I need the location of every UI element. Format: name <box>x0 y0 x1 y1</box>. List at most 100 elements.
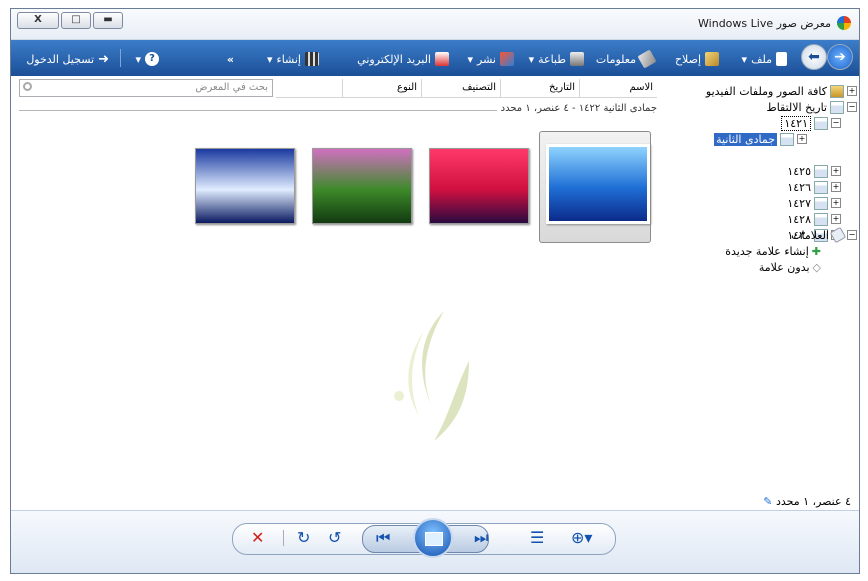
window-title: معرض صور Windows Live <box>698 17 831 30</box>
arrow-left-icon: ⬅ <box>808 49 820 65</box>
group-header[interactable]: جمادى الثانية ١٤٢٢ - ٤ عنصر، ١ محدد <box>19 103 657 117</box>
tree-item-year[interactable]: +١٤٢٧ <box>787 196 841 210</box>
tree-item-year[interactable]: − ١٤٢١ <box>781 115 841 131</box>
search-placeholder: بحث في المعرض <box>195 82 268 93</box>
more-commands-button[interactable]: » <box>227 51 234 67</box>
calendar-icon <box>814 116 828 130</box>
file-menu[interactable]: ملف ▾ <box>742 51 787 67</box>
add-tag-icon: ✚ <box>811 244 821 258</box>
help-menu[interactable]: ? ▾ <box>135 51 159 67</box>
film-icon <box>305 52 319 66</box>
zoom-menu[interactable]: ⊕▾ <box>571 529 592 547</box>
column-headers: الاسم التاريخ التصنيف النوع <box>276 79 657 98</box>
document-icon <box>776 52 787 66</box>
tree-item-month[interactable]: + جمادى الثانية <box>714 132 807 146</box>
app-window: X □ ▬ معرض صور Windows Live ➔ ⬅ ملف ▾ إص… <box>10 8 860 574</box>
expand-icon[interactable]: + <box>831 214 841 224</box>
toolbar-separator <box>120 49 121 67</box>
slideshow-button[interactable] <box>413 518 453 558</box>
column-rating[interactable]: التصنيف <box>421 79 500 98</box>
tree-item-year[interactable]: +١٤٢٦ <box>787 180 841 194</box>
tree-item-no-tag[interactable]: ◇ بدون علامة <box>759 260 821 274</box>
maximize-button[interactable]: □ <box>61 12 91 29</box>
title-bar: X □ ▬ معرض صور Windows Live <box>11 9 859 40</box>
tree-item-year[interactable]: +١٤٢٥ <box>787 164 841 178</box>
fix-icon <box>705 52 719 66</box>
tree-label-year: ١٤٢١ <box>781 115 811 131</box>
tree-label-month: جمادى الثانية <box>714 132 777 146</box>
gallery-icon <box>830 84 844 98</box>
calendar-icon <box>780 132 794 146</box>
calendar-icon <box>830 100 844 114</box>
collapse-icon[interactable]: − <box>847 102 857 112</box>
publish-label: نشر <box>477 52 496 66</box>
view-details-button[interactable]: ☰ <box>530 529 544 547</box>
email-label: البريد الإلكتروني <box>357 52 431 66</box>
collapse-icon[interactable]: − <box>847 230 857 240</box>
tree-item-date-taken[interactable]: − تاريخ الالتقاط <box>767 100 857 114</box>
fix-label: إصلاح <box>674 52 701 66</box>
column-filler <box>276 79 342 98</box>
tree-label-year: ١٤٢٧ <box>787 196 811 210</box>
expand-icon[interactable]: + <box>831 198 841 208</box>
email-button[interactable]: البريد الإلكتروني <box>357 51 449 67</box>
status-count: ٤ عنصر، ١ محدد <box>775 495 851 508</box>
tree-item-year[interactable]: +١٤٢٨ <box>787 212 841 226</box>
publish-icon <box>500 52 514 66</box>
tree-label-gallery: كافة الصور وملفات الفيديو <box>705 84 827 98</box>
thumb-winter-trees[interactable] <box>195 148 295 224</box>
chevron-down-icon: ▾ <box>528 52 535 66</box>
calendar-icon <box>814 164 828 178</box>
info-button[interactable]: معلومات <box>595 49 657 69</box>
help-icon: ? <box>145 52 159 66</box>
next-button[interactable]: ⏭ <box>474 529 488 547</box>
fix-button[interactable]: إصلاح <box>675 51 719 67</box>
tree-label-tags: العلامات <box>791 228 829 242</box>
rotate-clockwise-button[interactable]: ↻ <box>297 529 310 547</box>
thumb-red-sunset[interactable] <box>429 148 529 224</box>
expand-icon[interactable]: + <box>831 182 841 192</box>
bottom-control-bar: ⊕▾ ☰ ⏭ ⏮ ↺ ↻ ✕ <box>11 510 859 573</box>
rotate-counterclockwise-button[interactable]: ↺ <box>328 529 341 547</box>
edit-icon: ✎ <box>763 495 773 508</box>
thumb-water-lilies[interactable] <box>312 148 412 224</box>
expand-icon[interactable]: + <box>831 166 841 176</box>
tree-item-create-tag[interactable]: ✚ إنشاء علامة جديدة <box>725 244 821 258</box>
publish-menu[interactable]: نشر ▾ <box>468 51 514 67</box>
tree-label-date-taken: تاريخ الالتقاط <box>766 100 827 114</box>
calendar-icon <box>814 212 828 226</box>
close-button[interactable]: X <box>17 12 59 29</box>
column-type[interactable]: النوع <box>342 79 421 98</box>
signin-button[interactable]: ➜ تسجيل الدخول <box>26 51 109 67</box>
forward-button[interactable]: ➔ <box>827 44 853 70</box>
signin-label: تسجيل الدخول <box>26 52 95 66</box>
slideshow-icon <box>425 532 443 546</box>
windows-live-icon <box>837 16 851 30</box>
status-area: ٤ عنصر، ١ محدد ✎ <box>11 495 859 509</box>
thumb-blue-hills[interactable] <box>546 144 650 224</box>
column-date[interactable]: التاريخ <box>500 79 579 98</box>
calendar-icon <box>814 180 828 194</box>
arrow-right-icon: ➔ <box>834 49 846 65</box>
back-button[interactable]: ⬅ <box>801 44 827 70</box>
previous-button[interactable]: ⏮ <box>376 529 390 547</box>
search-input[interactable]: بحث في المعرض <box>19 79 273 97</box>
column-name[interactable]: الاسم <box>579 79 657 98</box>
tree-label-no-tag: بدون علامة <box>758 260 810 274</box>
tag-icon <box>637 49 657 69</box>
info-label: معلومات <box>595 52 636 66</box>
gallery-pane: بحث في المعرض الاسم التاريخ التصنيف النو… <box>11 76 659 510</box>
make-menu[interactable]: إنشاء ▾ <box>267 51 319 67</box>
tree-item-gallery[interactable]: + كافة الصور وملفات الفيديو <box>706 84 857 98</box>
minimize-button[interactable]: ▬ <box>93 12 123 29</box>
collapse-icon[interactable]: − <box>831 118 841 128</box>
tree-item-tags[interactable]: − العلامات <box>791 226 857 244</box>
expand-icon[interactable]: + <box>797 134 807 144</box>
status-text: ٤ عنصر، ١ محدد ✎ <box>763 495 851 508</box>
delete-button[interactable]: ✕ <box>251 529 264 547</box>
printer-icon <box>570 52 584 66</box>
print-label: طباعة <box>538 52 566 66</box>
expand-icon[interactable]: + <box>847 86 857 96</box>
file-menu-label: ملف <box>751 52 772 66</box>
print-menu[interactable]: طباعة ▾ <box>529 51 584 67</box>
